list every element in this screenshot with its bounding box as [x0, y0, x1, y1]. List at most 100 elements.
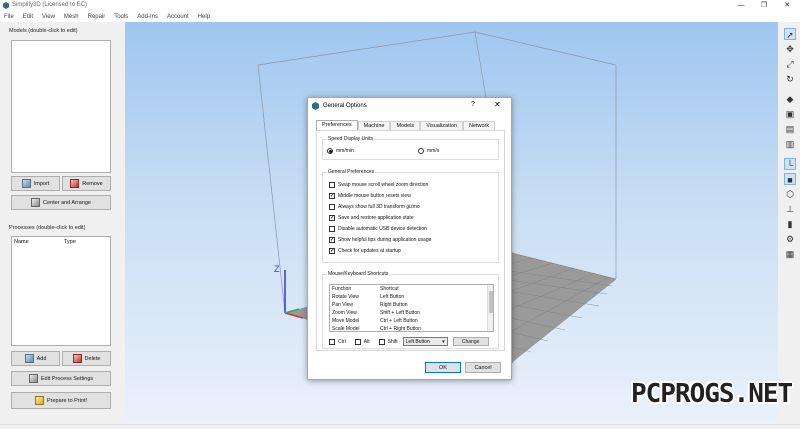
pref-save-state-label: Save and restore application state — [338, 215, 414, 221]
pref-middle-reset[interactable]: ✓ Middle mouse button resets view — [329, 193, 411, 199]
shortcut-key: Ctrl + Right Button — [380, 326, 421, 332]
col-name-header: Name — [14, 239, 29, 245]
layers-icon[interactable]: ▦ — [784, 248, 796, 260]
move-icon[interactable]: ✥ — [784, 43, 796, 55]
edit-process-settings-button[interactable]: Edit Process Settings — [11, 371, 111, 386]
speed-units-legend: Speed Display Units — [327, 136, 375, 142]
models-list[interactable] — [11, 40, 111, 173]
menu-repair[interactable]: Repair — [88, 14, 106, 20]
cross-section-icon[interactable]: ⊥ — [784, 203, 796, 215]
pref-full-gizmo-checkbox — [329, 204, 335, 210]
ok-button[interactable]: OK — [425, 362, 461, 373]
pref-show-tips-checkbox: ✓ — [329, 237, 336, 243]
view-side-icon[interactable]: ▥ — [784, 138, 796, 150]
menu-account[interactable]: Account — [167, 14, 189, 20]
menu-edit[interactable]: Edit — [23, 14, 33, 20]
list-item[interactable]: Zoom View Shift + Left Button — [330, 309, 493, 317]
dialog-title-bar: General Options ? ✕ — [308, 98, 511, 114]
shortcut-key: Right Button — [380, 302, 408, 308]
pref-swap-scroll[interactable]: Swap mouse scroll wheel zoom direction — [329, 182, 428, 188]
list-item[interactable]: Rotate View Left Button — [330, 293, 493, 301]
minimize-button[interactable]: — — [730, 0, 752, 11]
pref-disable-usb[interactable]: Disable automatic USB device detection — [329, 226, 427, 232]
radio-mm-s-dot — [418, 148, 424, 154]
close-button[interactable]: ✕ — [776, 0, 798, 11]
delete-label: Delete — [84, 355, 101, 362]
pref-full-gizmo-label: Always show full 3D transform gizmo — [338, 204, 420, 210]
menu-tools[interactable]: Tools — [114, 14, 128, 20]
change-button[interactable]: Change — [452, 337, 489, 346]
menu-help[interactable]: Help — [198, 14, 210, 20]
pref-check-updates[interactable]: ✓ Check for updates at startup — [329, 248, 401, 254]
alt-label: Alt — [363, 338, 370, 345]
dialog-help-button[interactable]: ? — [471, 101, 475, 108]
options-gear-icon[interactable]: ⚙ — [784, 233, 796, 245]
radio-mm-min[interactable]: mm/min — [327, 148, 354, 154]
ctrl-label: Ctrl — [338, 338, 346, 345]
prepare-label: Prepare to Print! — [46, 397, 88, 404]
tab-visualization[interactable]: Visualization — [420, 121, 463, 130]
remove-button[interactable]: Remove — [62, 176, 111, 191]
support-icon[interactable]: ▮ — [784, 218, 796, 230]
import-button[interactable]: Import — [11, 176, 60, 191]
prepare-to-print-button[interactable]: Prepare to Print! — [11, 392, 111, 409]
svg-text:Z: Z — [274, 264, 280, 274]
processes-list[interactable]: Name Type — [11, 236, 111, 346]
pref-save-state[interactable]: ✓ Save and restore application state — [329, 215, 414, 221]
shift-checkbox[interactable] — [378, 338, 385, 345]
center-label: Center and Arrange — [42, 199, 91, 206]
tab-machine[interactable]: Machine — [357, 121, 391, 130]
shortcut-function: Rotate View — [332, 294, 359, 300]
view-top-icon[interactable]: ▤ — [784, 123, 796, 135]
pref-save-state-checkbox: ✓ — [329, 215, 336, 221]
select-cursor-icon[interactable]: ➚ — [784, 28, 796, 40]
pref-show-tips[interactable]: ✓ Show helpful tips during application u… — [329, 237, 431, 243]
delete-icon — [72, 354, 82, 363]
ctrl-checkbox[interactable] — [329, 338, 335, 345]
shortcut-header-row: Function Shortcut — [330, 285, 493, 293]
view-iso-icon[interactable]: ◆ — [784, 93, 796, 105]
wireframe-icon[interactable]: ⬡ — [784, 188, 796, 200]
menu-bar: File Edit View Mesh Repair Tools Add-Ins… — [0, 11, 800, 22]
tab-network[interactable]: Network — [462, 121, 496, 130]
models-label: Models (double-click to edit) — [9, 28, 78, 34]
axes-icon[interactable]: └ — [784, 158, 796, 170]
mouse-button-select[interactable]: Left Button — [402, 337, 448, 346]
maximize-button[interactable]: ❐ — [753, 0, 775, 11]
alt-checkbox[interactable] — [354, 338, 361, 345]
rotate-icon[interactable]: ↻ — [784, 73, 796, 85]
tab-models[interactable]: Models — [390, 121, 421, 130]
print-icon — [34, 396, 44, 405]
shortcut-scroll-thumb[interactable] — [489, 291, 493, 313]
list-item[interactable]: Scale Model Ctrl + Right Button — [330, 325, 493, 332]
tab-preferences[interactable]: Preferences — [316, 120, 358, 130]
dialog-close-button[interactable]: ✕ — [494, 100, 501, 109]
menu-view[interactable]: View — [42, 14, 55, 20]
view-front-icon[interactable]: ▣ — [784, 108, 796, 120]
menu-mesh[interactable]: Mesh — [64, 14, 79, 20]
cancel-button[interactable]: Cancel — [465, 362, 501, 373]
shortcut-scrollbar[interactable] — [487, 285, 493, 331]
add-process-button[interactable]: Add — [11, 351, 60, 366]
general-options-dialog: General Options ? ✕ Preferences Machine … — [307, 97, 512, 380]
delete-process-button[interactable]: Delete — [62, 351, 111, 366]
pref-middle-reset-label: Middle mouse button resets view — [338, 193, 411, 199]
list-item[interactable]: Move Model Ctrl + Left Button — [330, 317, 493, 325]
list-item[interactable]: Pan View Right Button — [330, 301, 493, 309]
radio-mm-s-label: mm/s — [427, 148, 440, 154]
add-label: Add — [36, 355, 47, 362]
shortcut-col-shortcut: Shortcut — [380, 286, 399, 292]
menu-add-ins[interactable]: Add-Ins — [137, 14, 158, 20]
radio-mm-s[interactable]: mm/s — [418, 148, 439, 154]
import-label: Import — [33, 180, 50, 187]
pref-full-gizmo[interactable]: Always show full 3D transform gizmo — [329, 204, 420, 210]
scale-icon[interactable]: ⤢ — [784, 58, 796, 70]
dialog-title: General Options — [323, 103, 367, 109]
radio-mm-min-dot — [327, 148, 333, 154]
center-arrange-button[interactable]: Center and Arrange — [11, 195, 111, 210]
shortcut-list[interactable]: Function Shortcut Rotate View Left Butto… — [329, 284, 494, 332]
menu-file[interactable]: File — [4, 14, 14, 20]
shortcut-function: Move Model — [332, 318, 360, 324]
pref-show-tips-label: Show helpful tips during application usa… — [338, 237, 432, 243]
shaded-view-icon[interactable]: ■ — [784, 173, 796, 185]
